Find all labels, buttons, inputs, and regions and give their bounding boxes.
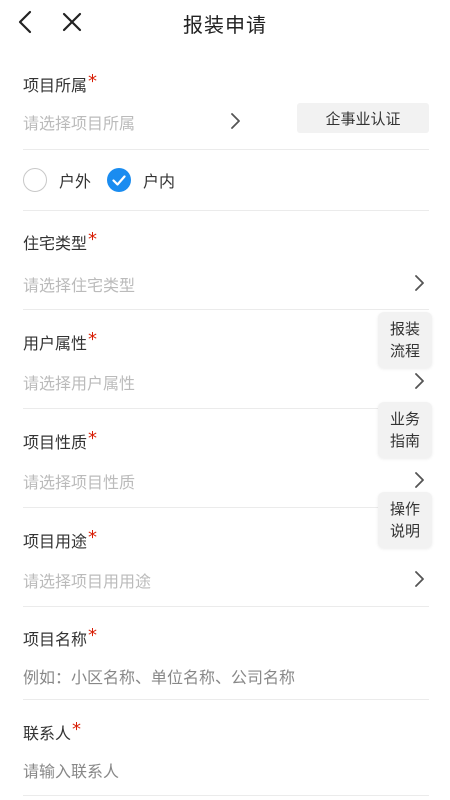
radio-indoor-label: 户内: [143, 172, 176, 191]
required-mark: *: [88, 625, 98, 646]
chevron-right-icon[interactable]: [411, 275, 427, 291]
required-mark: *: [88, 229, 98, 250]
project-usage-label: 项目用途*: [23, 527, 98, 551]
residence-type-label: 住宅类型*: [23, 229, 98, 253]
user-attribute-label: 用户属性*: [23, 329, 98, 353]
page-title: 报装申请: [183, 13, 267, 37]
divider: [23, 606, 429, 607]
business-guide-button[interactable]: 业务 指南: [378, 402, 432, 458]
operation-instructions-button[interactable]: 操作 说明: [378, 492, 432, 548]
user-attribute-field: 用户属性* 请选择用户属性: [23, 326, 429, 410]
radio-outdoor-label: 户外: [59, 172, 92, 191]
project-affiliation-select[interactable]: 请选择项目所属: [23, 110, 135, 134]
checkmark-icon: [107, 168, 131, 192]
contact-label: 联系人*: [23, 719, 82, 743]
report-application-page: 报装申请 项目所属* 请选择项目所属 企事业认证 户外 户内 住宅类型* 请选择…: [0, 0, 450, 800]
contact-field: 联系人* 请输入联系人: [23, 716, 429, 796]
project-name-field: 项目名称* 例如：小区名称、单位名称、公司名称: [23, 622, 429, 700]
project-affiliation-field: 项目所属* 请选择项目所属 企事业认证: [23, 66, 429, 150]
project-usage-field: 项目用途* 请选择项目用用途: [23, 524, 429, 608]
required-mark: *: [88, 527, 98, 548]
divider: [23, 149, 429, 150]
divider: [23, 309, 429, 310]
project-nature-label: 项目性质*: [23, 428, 98, 452]
residence-type-field: 住宅类型* 请选择住宅类型: [23, 226, 429, 310]
project-usage-select[interactable]: 请选择项目用用途: [23, 568, 151, 592]
enterprise-certification-button[interactable]: 企事业认证: [297, 103, 429, 133]
radio-unchecked-icon: [23, 168, 47, 192]
radio-outdoor[interactable]: 户外: [23, 168, 91, 192]
divider: [23, 408, 429, 409]
side-button-line1: 操作: [389, 500, 420, 518]
divider: [23, 507, 429, 508]
divider: [23, 210, 429, 211]
contact-input[interactable]: 请输入联系人: [23, 758, 119, 782]
chevron-right-icon[interactable]: [411, 571, 427, 587]
chevron-right-icon[interactable]: [227, 113, 243, 129]
side-button-line2: 说明: [389, 522, 420, 540]
project-nature-select[interactable]: 请选择项目性质: [23, 469, 135, 493]
side-button-line1: 业务: [389, 410, 420, 428]
chevron-right-icon[interactable]: [411, 472, 427, 488]
project-name-input[interactable]: 例如：小区名称、单位名称、公司名称: [23, 664, 295, 688]
side-button-line2: 指南: [389, 432, 420, 450]
residence-type-select[interactable]: 请选择住宅类型: [23, 272, 135, 296]
header-bar: 报装申请: [0, 0, 450, 46]
application-process-button[interactable]: 报装 流程: [378, 312, 432, 368]
side-button-line2: 流程: [389, 342, 420, 360]
user-attribute-select[interactable]: 请选择用户属性: [23, 370, 135, 394]
divider: [23, 795, 429, 796]
required-mark: *: [88, 71, 98, 92]
side-button-line1: 报装: [389, 320, 420, 338]
project-affiliation-label: 项目所属*: [23, 71, 98, 95]
required-mark: *: [88, 428, 98, 449]
project-name-label: 项目名称*: [23, 625, 98, 649]
chevron-right-icon[interactable]: [411, 373, 427, 389]
required-mark: *: [72, 719, 82, 740]
radio-indoor[interactable]: 户内: [107, 168, 175, 192]
divider: [23, 699, 429, 700]
project-nature-field: 项目性质* 请选择项目性质: [23, 425, 429, 509]
required-mark: *: [88, 329, 98, 350]
